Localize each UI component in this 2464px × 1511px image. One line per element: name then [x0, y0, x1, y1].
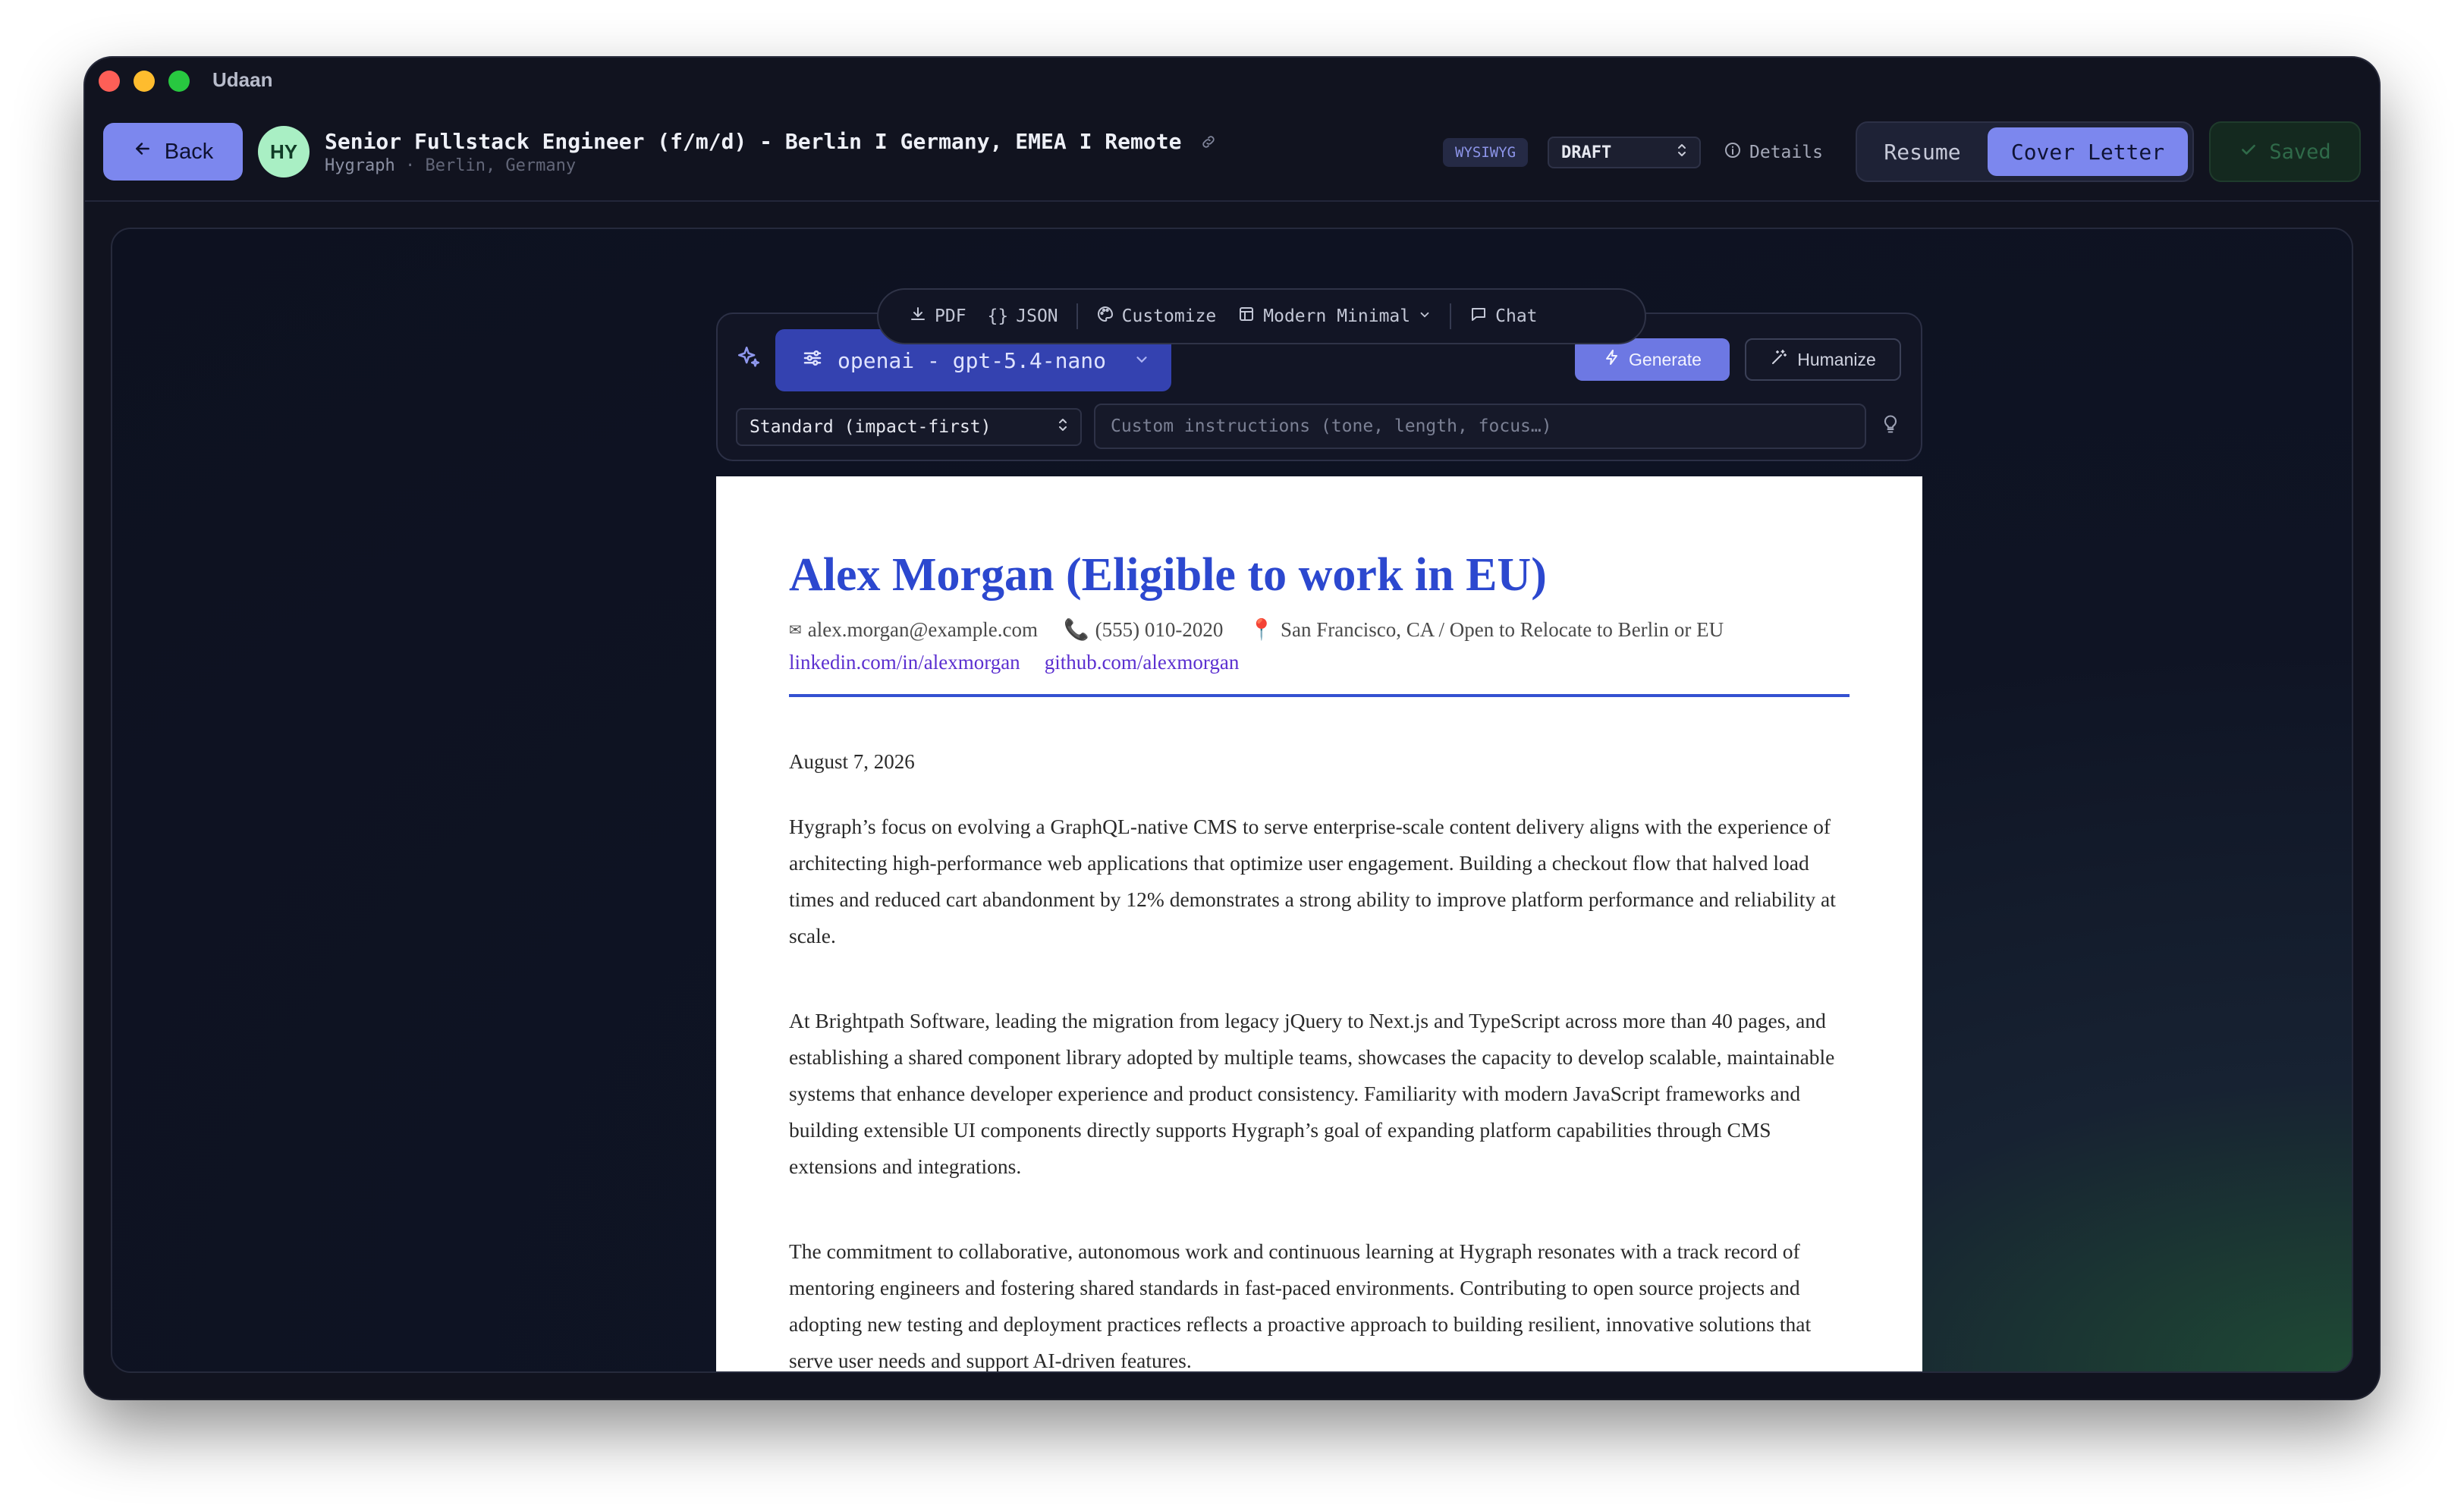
braces-icon: {} — [987, 306, 1009, 326]
app-window: Udaan Back HY Senior Fullstack Engineer … — [85, 58, 2379, 1399]
close-window-button[interactable] — [99, 71, 120, 92]
magic-wand-icon — [1770, 348, 1788, 371]
company-avatar: HY — [258, 126, 310, 177]
letter-paragraph: At Brightpath Software, leading the migr… — [789, 1009, 1835, 1179]
job-title-text: Senior Fullstack Engineer (f/m/d) - Berl… — [325, 129, 1182, 154]
chat-icon — [1469, 305, 1488, 328]
email-text: alex.morgan@example.com — [807, 617, 1039, 641]
tab-resume[interactable]: Resume — [1862, 127, 1983, 176]
email-icon: ✉ — [789, 621, 802, 639]
editor-mode-badge[interactable]: WYSIWYG — [1443, 138, 1529, 167]
maximize-window-button[interactable] — [168, 71, 190, 92]
letter-date: August 7, 2026 — [789, 750, 915, 774]
palette-icon — [1096, 305, 1114, 328]
linkedin-link[interactable]: linkedin.com/in/alexmorgan — [789, 651, 1020, 674]
template-select[interactable]: Modern Minimal — [1227, 305, 1442, 328]
github-link[interactable]: github.com/alexmorgan — [1045, 651, 1240, 674]
title-bar: Udaan — [85, 58, 2379, 106]
profile-links: linkedin.com/in/alexmorgan github.com/al… — [789, 651, 1850, 674]
letter-paragraph: Hygraph’s focus on evolving a GraphQL-na… — [789, 815, 1836, 948]
humanize-button[interactable]: Humanize — [1745, 338, 1901, 381]
chevron-updown-icon — [1056, 416, 1070, 438]
floating-toolbar: PDF {} JSON Customize Modern Minimal Cha… — [877, 288, 1646, 344]
layout-icon — [1237, 305, 1256, 328]
app-title: Udaan — [212, 68, 273, 91]
company-name: Hygraph — [325, 156, 395, 175]
status-select[interactable]: DRAFT — [1548, 137, 1701, 168]
contact-email: ✉ alex.morgan@example.com — [789, 617, 1038, 642]
style-value: Standard (impact-first) — [750, 417, 992, 437]
style-select[interactable]: Standard (impact-first) — [736, 408, 1082, 446]
contact-location: 📍 San Francisco, CA / Open to Relocate t… — [1249, 617, 1724, 642]
toolbar-divider — [1450, 303, 1452, 329]
sparkles-icon — [736, 344, 762, 373]
customize-label: Customize — [1121, 306, 1217, 326]
phone-text: (555) 010-2020 — [1095, 617, 1224, 641]
phone-icon: 📞 — [1064, 618, 1089, 642]
pdf-label: PDF — [935, 306, 966, 326]
customize-button[interactable]: Customize — [1086, 305, 1227, 328]
location-text: San Francisco, CA / Open to Relocate to … — [1281, 617, 1724, 641]
chevron-down-icon — [1418, 306, 1432, 326]
job-title[interactable]: Senior Fullstack Engineer (f/m/d) - Berl… — [325, 129, 1217, 155]
chevron-down-icon — [1133, 348, 1150, 373]
chevron-updown-icon — [1675, 142, 1689, 163]
minimize-window-button[interactable] — [134, 71, 155, 92]
custom-instructions-input[interactable] — [1094, 404, 1866, 449]
contact-line: ✉ alex.morgan@example.com 📞 (555) 010-20… — [789, 617, 1850, 642]
back-label: Back — [164, 139, 214, 164]
lightbulb-icon[interactable] — [1880, 413, 1901, 438]
applicant-name: Alex Morgan (Eligible to work in EU) — [789, 549, 1547, 601]
sliders-icon — [801, 347, 824, 375]
download-icon — [909, 305, 927, 328]
saved-label: Saved — [2269, 140, 2331, 164]
details-label: Details — [1749, 143, 1823, 162]
generate-label: Generate — [1629, 349, 1702, 369]
header-divider — [789, 694, 1850, 698]
top-bar: Back HY Senior Fullstack Engineer (f/m/d… — [85, 106, 2379, 202]
model-label: openai - gpt-5.4-nano — [838, 347, 1107, 373]
arrow-left-icon — [133, 139, 152, 165]
editor-area: PDF {} JSON Customize Modern Minimal Cha… — [111, 228, 2353, 1373]
back-button[interactable]: Back — [103, 123, 243, 181]
separator-dot: · — [404, 156, 426, 175]
export-json-button[interactable]: {} JSON — [977, 306, 1069, 326]
humanize-label: Humanize — [1797, 349, 1876, 369]
saved-button[interactable]: Saved — [2209, 121, 2361, 182]
chat-label: Chat — [1495, 306, 1538, 326]
chat-button[interactable]: Chat — [1459, 305, 1548, 328]
status-value: DRAFT — [1561, 143, 1612, 162]
info-icon — [1724, 141, 1742, 164]
letter-paragraph: The commitment to collaborative, autonom… — [789, 1239, 1812, 1373]
toolbar-divider — [1076, 303, 1078, 329]
job-subtitle: Hygraph · Berlin, Germany — [325, 156, 576, 175]
generate-button[interactable]: Generate — [1575, 338, 1730, 381]
tab-cover-letter[interactable]: Cover Letter — [1988, 127, 2188, 176]
document-tabs: Resume Cover Letter — [1856, 121, 2194, 182]
check-icon — [2239, 140, 2258, 165]
job-location: Berlin, Germany — [425, 156, 577, 175]
details-button[interactable]: Details — [1724, 137, 1823, 168]
json-label: JSON — [1016, 306, 1058, 326]
export-pdf-button[interactable]: PDF — [898, 305, 977, 328]
location-pin-icon: 📍 — [1249, 618, 1275, 642]
bolt-icon — [1603, 348, 1621, 371]
cover-letter-document[interactable]: Alex Morgan (Eligible to work in EU) ✉ a… — [716, 476, 1922, 1373]
link-icon[interactable] — [1200, 130, 1217, 155]
contact-phone: 📞 (555) 010-2020 — [1064, 617, 1223, 642]
template-label: Modern Minimal — [1263, 306, 1411, 326]
